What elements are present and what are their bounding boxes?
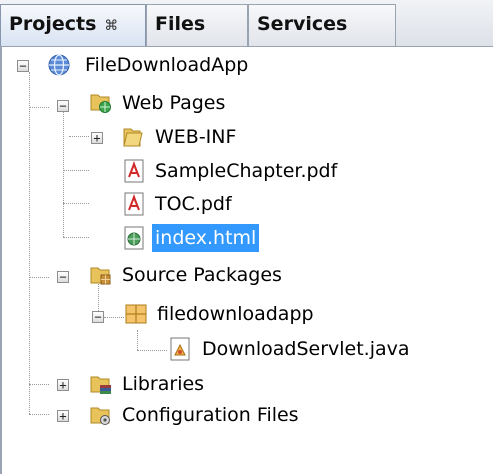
tab-projects[interactable]: Projects ⌘: [0, 4, 146, 46]
tree-node-label: DownloadServlet.java: [202, 338, 410, 360]
tree-node-web-pages[interactable]: − Web Pages: [0, 84, 493, 118]
pdf-file-icon: [124, 159, 144, 183]
collapse-toggle-icon[interactable]: −: [92, 311, 104, 323]
expand-toggle-icon[interactable]: +: [91, 132, 103, 144]
expand-toggle-icon[interactable]: +: [57, 410, 69, 422]
package-icon: [125, 304, 147, 324]
tree-node-label: TOC.pdf: [155, 193, 232, 215]
collapse-toggle-icon[interactable]: −: [17, 60, 29, 72]
folder-icon: [123, 128, 143, 147]
tree-node-label: index.html: [152, 224, 260, 252]
panel-left-border: [0, 47, 2, 474]
tab-files-label: Files: [155, 13, 206, 35]
tree-node-file-selected[interactable]: index.html: [0, 223, 493, 257]
tree-node-file[interactable]: SampleChapter.pdf: [0, 156, 493, 190]
collapse-toggle-icon[interactable]: −: [57, 100, 69, 112]
tree-node-java-file[interactable]: DownloadServlet.java: [0, 334, 493, 368]
tab-close-icon[interactable]: ⌘: [104, 18, 118, 34]
web-pages-folder-icon: [90, 94, 111, 113]
tree-node-web-inf[interactable]: + WEB-INF: [0, 121, 493, 155]
libraries-folder-icon: [90, 376, 111, 394]
tree-node-label: Web Pages: [122, 92, 226, 114]
collapse-toggle-icon[interactable]: −: [57, 271, 69, 283]
tree-node-label: filedownloadapp: [157, 303, 314, 325]
tree-node-label: Source Packages: [122, 264, 282, 286]
web-project-icon: [48, 54, 70, 76]
tab-services-label: Services: [257, 13, 348, 35]
tree-node-label: Libraries: [122, 373, 205, 395]
source-packages-folder-icon: [90, 267, 111, 285]
project-tree[interactable]: − FileDownloadApp − Web Pages + WEB-INF: [0, 47, 493, 474]
tree-node-label: Configuration Files: [122, 404, 299, 426]
tab-projects-label: Projects: [9, 13, 97, 35]
expand-toggle-icon[interactable]: +: [57, 379, 69, 391]
tree-node-label: SampleChapter.pdf: [155, 160, 338, 182]
tree-node-libraries[interactable]: + Libraries: [0, 369, 493, 403]
tree-node-label: FileDownloadApp: [85, 54, 249, 76]
tab-files[interactable]: Files: [146, 4, 248, 46]
tree-node-package[interactable]: − filedownloadapp: [0, 297, 493, 331]
explorer-tab-bar: Projects ⌘ Files Services: [0, 0, 493, 47]
config-folder-icon: [90, 407, 110, 425]
tree-node-label: WEB-INF: [155, 126, 237, 148]
html-file-icon: [124, 226, 144, 250]
tree-node-source-packages[interactable]: − Source Packages: [0, 259, 493, 293]
tab-services[interactable]: Services: [248, 4, 396, 46]
tree-node-configuration-files[interactable]: + Configuration Files: [0, 400, 493, 434]
java-class-icon: [170, 337, 190, 361]
pdf-file-icon: [124, 192, 144, 216]
tree-node-project[interactable]: − FileDownloadApp: [0, 47, 493, 81]
tree-node-file[interactable]: TOC.pdf: [0, 189, 493, 223]
